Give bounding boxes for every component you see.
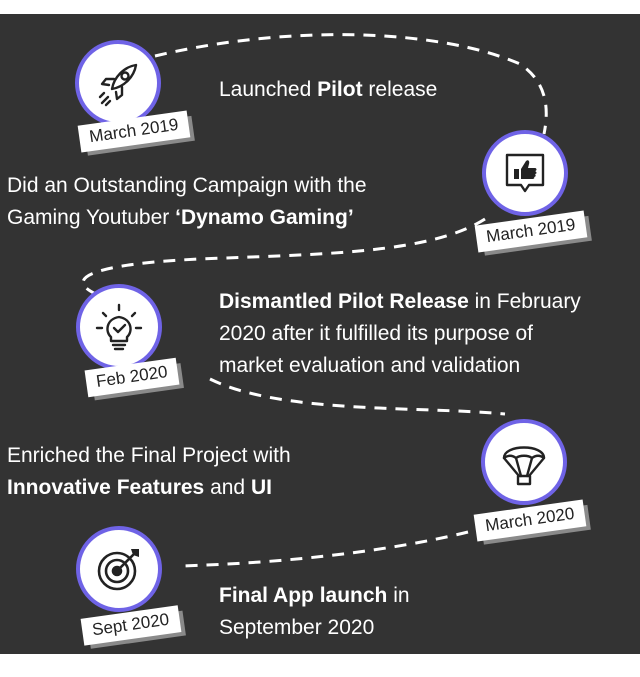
milestone-4-line2-mid: and <box>204 476 251 499</box>
milestone-2-line2-pre: Gaming Youtuber <box>7 206 176 229</box>
milestone-3-line2: 2020 after it fulfilled its purpose of <box>219 322 534 345</box>
parachute-icon <box>502 446 546 486</box>
milestone-1-text-post: release <box>362 78 438 101</box>
milestone-4-line1: Enriched the Final Project with <box>7 444 291 467</box>
milestone-2-line2: Gaming Youtuber ‘Dynamo Gaming’ <box>7 202 367 234</box>
milestone-4-line2-bold2: UI <box>250 476 272 499</box>
milestone-1-circle <box>75 40 161 126</box>
milestone-2-date: March 2019 <box>474 210 588 253</box>
milestone-3-line1-bold: Dismantled Pilot Release <box>219 290 469 313</box>
milestone-5: Sept 2020 <box>76 526 206 646</box>
milestone-5-line1-bold: Final App launch <box>219 584 388 607</box>
milestone-1-text-pre: Launched <box>219 78 318 101</box>
milestone-4: March 2020 <box>473 419 611 542</box>
milestone-5-circle <box>76 526 162 612</box>
lightbulb-icon <box>95 303 143 351</box>
milestone-3-line1: Dismantled Pilot Release in February <box>219 286 581 318</box>
timeline-panel: March 2019 Launched Pilot release March … <box>0 14 640 654</box>
milestone-4-date: March 2020 <box>473 499 587 542</box>
milestone-5-line2: September 2020 <box>219 616 375 639</box>
milestone-5-line1-post: in <box>387 584 410 607</box>
target-icon <box>97 549 139 591</box>
milestone-3-line1-post: in February <box>468 290 581 313</box>
milestone-1-text: Launched Pilot release <box>219 74 437 106</box>
milestone-3-line3: market evaluation and validation <box>219 354 521 377</box>
milestone-5-text: Final App launch in September 2020 <box>219 580 410 644</box>
milestone-3-text: Dismantled Pilot Release in February 202… <box>219 286 581 382</box>
thumbs-up-icon <box>505 153 545 193</box>
milestone-2: March 2019 <box>474 130 612 253</box>
milestone-3-circle <box>76 284 162 370</box>
milestone-5-date: Sept 2020 <box>80 605 181 646</box>
milestone-4-text: Enriched the Final Project with Innovati… <box>7 440 291 504</box>
milestone-3: Feb 2020 <box>76 284 206 404</box>
milestone-4-circle <box>481 419 567 505</box>
milestone-5-line1: Final App launch in <box>219 580 410 612</box>
milestone-2-line2-bold: ‘Dynamo Gaming’ <box>175 206 354 229</box>
milestone-4-line2: Innovative Features and UI <box>7 472 291 504</box>
milestone-2-text: Did an Outstanding Campaign with the Gam… <box>7 170 367 234</box>
milestone-2-line1: Did an Outstanding Campaign with the <box>7 174 367 197</box>
milestone-2-circle <box>482 130 568 216</box>
milestone-4-line2-bold1: Innovative Features <box>7 476 205 499</box>
milestone-1-text-bold: Pilot <box>317 78 363 101</box>
milestone-1: March 2019 <box>75 40 205 160</box>
rocket-icon <box>98 63 138 107</box>
